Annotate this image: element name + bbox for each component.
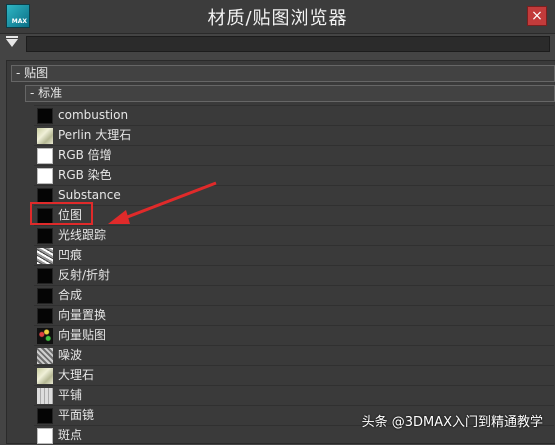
- watermark: 头条 @3DMAX入门到精通教学: [361, 415, 543, 430]
- annotation-arrow-icon: [108, 181, 217, 224]
